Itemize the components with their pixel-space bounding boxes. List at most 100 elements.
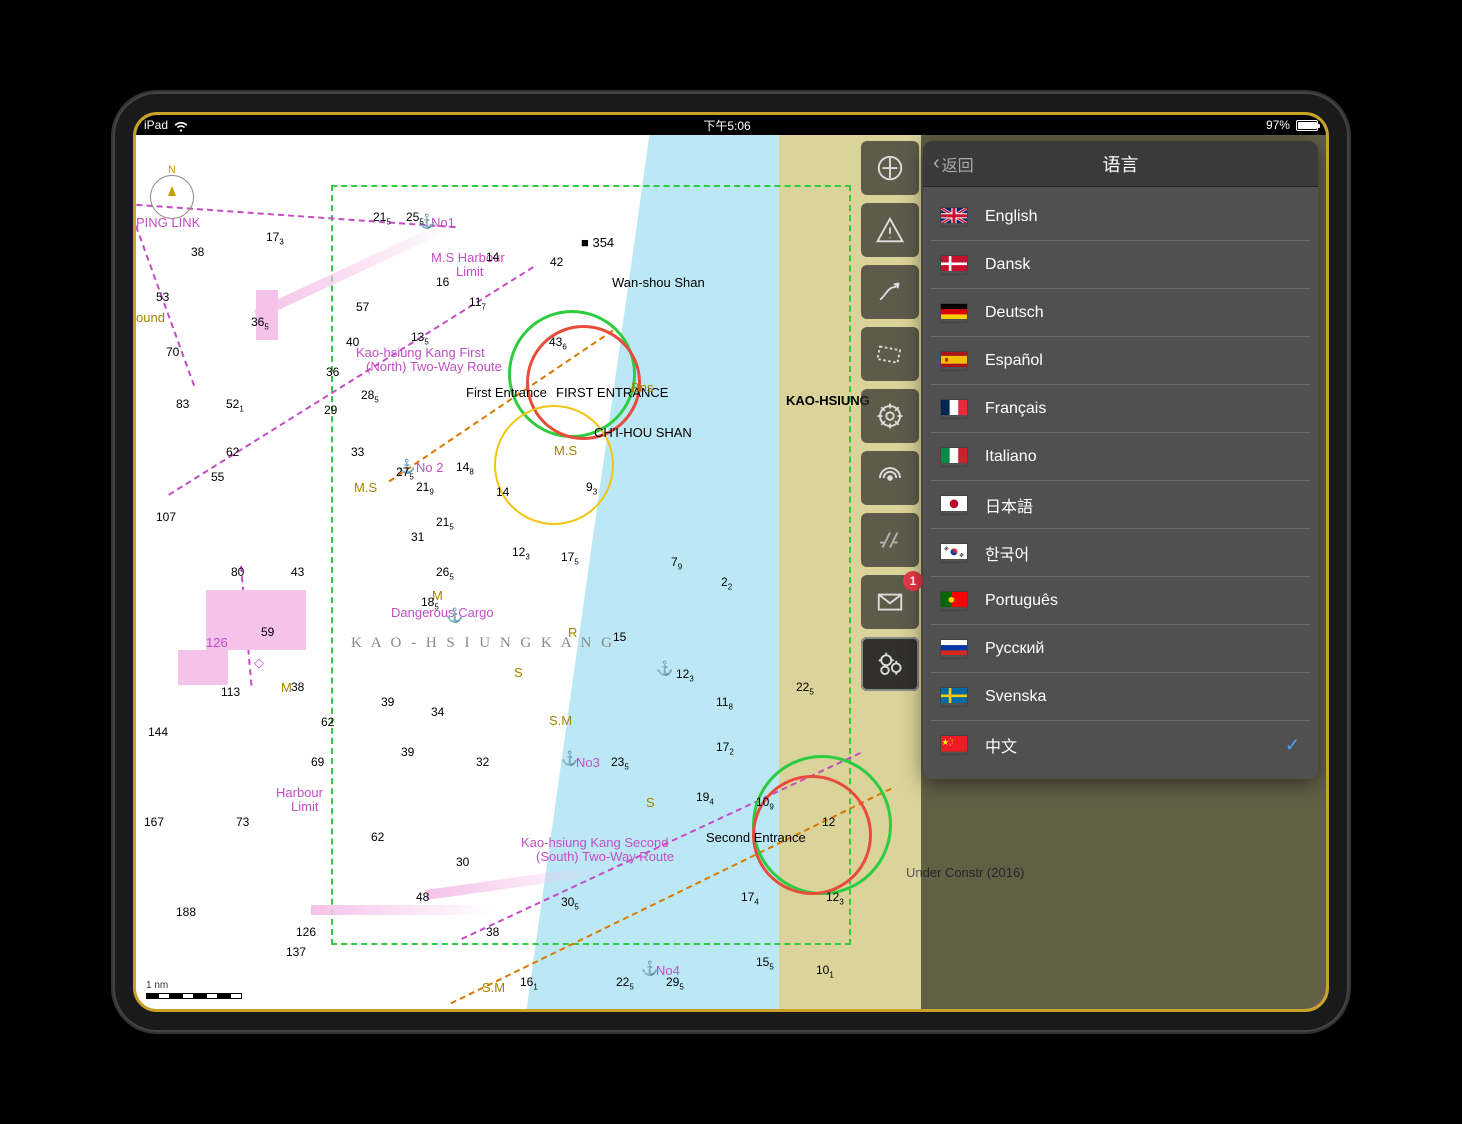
language-item-kr[interactable]: 한국어 [931,529,1310,577]
check-icon: ✓ [1285,735,1300,756]
flag-icon-cn [941,736,967,754]
language-label: Português [985,592,1058,610]
chart-layers-button[interactable] [861,327,919,381]
language-item-it[interactable]: Italiano [931,433,1310,481]
settings-button[interactable] [861,637,919,691]
language-label: Deutsch [985,304,1044,322]
toolbar: 1 [861,141,919,691]
depth-label: 101 [816,963,834,979]
depth-label: 33 [351,445,364,459]
flag-icon-se [941,688,967,706]
depth-label: 14 [486,250,499,264]
battery-icon [1296,120,1318,131]
language-item-gb[interactable]: English [931,193,1310,241]
depth-label: 285 [361,388,379,404]
first-entrance-label: First Entrance [466,385,547,400]
second-entrance-label: Second Entrance [706,830,806,845]
depth-label: 12 [822,815,835,829]
language-item-se[interactable]: Svenska [931,673,1310,721]
depth-label: 43 [291,565,304,579]
depth-label: 53 [156,290,169,304]
depth-label: 225 [616,975,634,991]
language-item-jp[interactable]: 日本語 [931,481,1310,529]
language-label: Svenska [985,688,1046,706]
status-bar: iPad 下午5:06 97% [136,115,1326,135]
language-item-ru[interactable]: Русский [931,625,1310,673]
playback-button[interactable] [861,513,919,567]
language-label: 中文 [985,733,1017,757]
depth-label: 135 [411,330,429,346]
messages-button[interactable]: 1 [861,575,919,629]
depth-label: 62 [371,830,384,844]
depth-label: 265 [436,565,454,581]
anchor-icon: ⚓ [446,607,463,624]
language-item-dk[interactable]: Dansk [931,241,1310,289]
depth-label: 22 [721,575,732,591]
panel-title: 语言 [1103,151,1139,177]
language-item-de[interactable]: Deutsch [931,289,1310,337]
depth-label: 36 [326,365,339,379]
depth-label: 69 [311,755,324,769]
depth-label: 219 [416,480,434,496]
depth-label: 155 [756,955,774,971]
language-panel: ‹ 返回 语言 English Dansk Deutsch Español França… [923,141,1318,779]
warnings-button[interactable] [861,203,919,257]
depth-label: 57 [356,300,369,314]
helm-button[interactable] [861,389,919,443]
depth-label: 48 [416,890,429,904]
depth-label: 275 [396,465,414,481]
language-label: English [985,208,1037,226]
language-item-fr[interactable]: Français [931,385,1310,433]
depth-label: 80 [231,565,244,579]
depth-label: 79 [671,555,682,571]
depth-label: 137 [286,945,306,959]
depth-label: 109 [756,795,774,811]
depth-label: 113 [221,685,240,699]
depth-label: 255 [406,210,424,226]
language-label: Français [985,400,1046,418]
depth-label: 93 [586,480,597,496]
depth-label: 144 [148,725,168,739]
ais-button[interactable] [861,451,919,505]
depth-label: 38 [486,925,499,939]
language-list: English Dansk Deutsch Español Français Italia… [923,187,1318,779]
depth-label: 42 [550,255,563,269]
back-button[interactable]: ‹ 返回 [933,152,974,176]
depth-label: 39 [381,695,394,709]
depth-label: 73 [236,815,249,829]
depth-label: 39 [401,745,414,759]
depth-label: 167 [144,815,164,829]
depth-label: 15 [613,630,626,644]
depth-label: 305 [561,895,579,911]
depth-label: 107 [156,510,176,524]
flag-icon-it [941,448,967,466]
language-item-pt[interactable]: Português [931,577,1310,625]
language-item-cn[interactable]: 中文 ✓ [931,721,1310,769]
depth-label: 436 [549,335,567,351]
flag-icon-kr [941,544,967,562]
anchor-icon: ⚓ [561,750,578,767]
depth-label: 29 [324,403,337,417]
language-label: Русский [985,640,1044,658]
flag-icon-ru [941,640,967,658]
depth-label: 117 [469,295,486,311]
language-label: 日本語 [985,493,1033,517]
language-item-es[interactable]: Español [931,337,1310,385]
depth-label: 123 [512,545,530,561]
messages-badge: 1 [903,571,923,591]
depth-label: 30 [456,855,469,869]
depth-label: 32 [476,755,489,769]
depth-label: 194 [696,790,714,806]
language-label: 한국어 [985,541,1029,565]
depth-label: 173 [266,230,284,246]
status-time: 下午5:06 [703,117,750,134]
route-button[interactable] [861,265,919,319]
flag-icon-jp [941,496,967,514]
depth-label: 185 [421,595,439,611]
depth-label: 38 [191,245,204,259]
depth-label: 188 [176,905,196,919]
north-up-button[interactable] [861,141,919,195]
depth-label: 521 [226,397,244,413]
anchor-icon: ⚓ [656,660,673,677]
depth-label: 215 [436,515,454,531]
